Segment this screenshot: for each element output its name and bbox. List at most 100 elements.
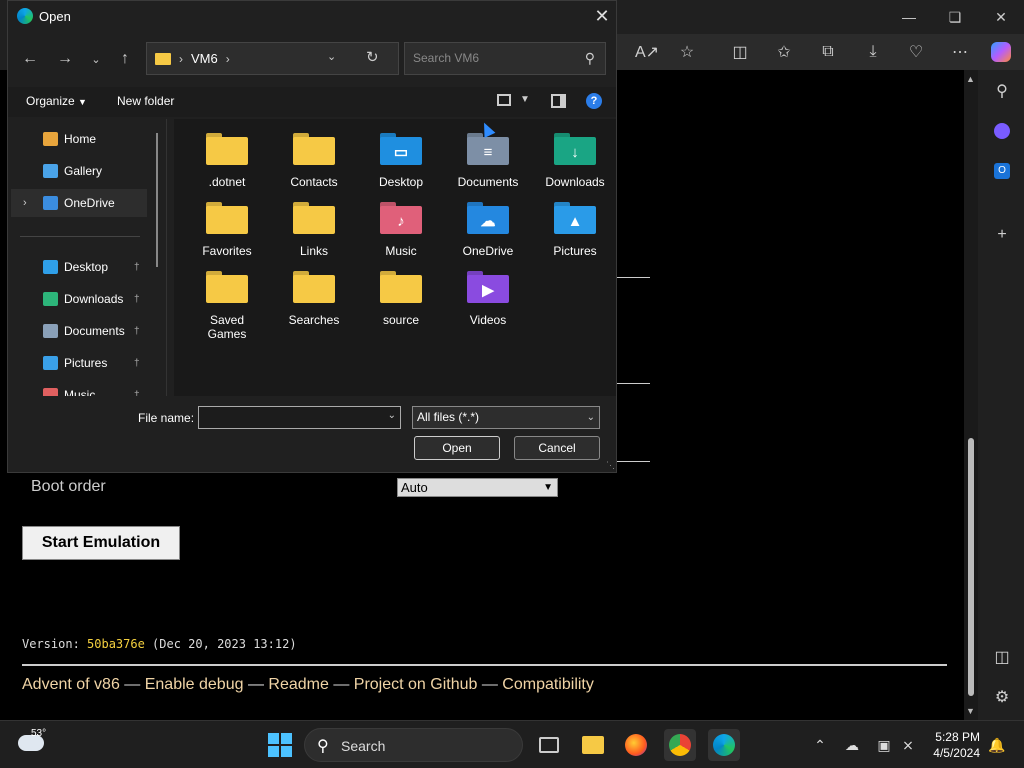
file-item[interactable]: ♪ Music bbox=[361, 188, 441, 258]
search-icon: ⚲ bbox=[317, 738, 329, 755]
breadcrumb-vm6[interactable]: VM6 bbox=[191, 51, 218, 66]
nav-item-label: Desktop bbox=[64, 260, 109, 274]
task-view-icon[interactable] bbox=[533, 729, 565, 761]
nav-item-documents[interactable]: Documents † bbox=[11, 317, 147, 345]
scroll-thumb[interactable] bbox=[968, 438, 974, 696]
file-item[interactable]: Favorites bbox=[187, 188, 267, 258]
collections-icon[interactable]: ⧉ bbox=[815, 39, 841, 65]
minimize-icon[interactable]: — bbox=[887, 4, 931, 30]
link-separator: — bbox=[243, 676, 269, 693]
favorite-star-icon[interactable]: ☆ bbox=[674, 39, 700, 65]
add-icon[interactable]: + bbox=[989, 222, 1015, 248]
nav-item-home[interactable]: Home bbox=[11, 125, 147, 153]
scroll-up-icon[interactable]: ▲ bbox=[966, 74, 975, 84]
recent-dropdown-icon[interactable]: ⌄ bbox=[84, 47, 108, 71]
copilot-icon[interactable] bbox=[988, 39, 1014, 65]
edge-taskbar-icon[interactable] bbox=[708, 729, 740, 761]
footer-rule bbox=[22, 664, 947, 666]
nav-item-downloads[interactable]: Downloads † bbox=[11, 285, 147, 313]
copilot-sidebar-icon[interactable] bbox=[989, 118, 1015, 144]
file-item[interactable]: ▲ Pictures bbox=[535, 188, 615, 258]
file-name: Documents bbox=[457, 175, 519, 189]
nav-item-gallery[interactable]: Gallery bbox=[11, 157, 147, 185]
file-item[interactable]: ↓ Downloads bbox=[535, 119, 615, 189]
nav-scrollbar[interactable] bbox=[156, 133, 158, 267]
view-icon[interactable] bbox=[497, 94, 511, 106]
dialog-title: Open bbox=[39, 9, 71, 24]
file-item[interactable]: Links bbox=[274, 188, 354, 258]
network-icon[interactable]: ▣ bbox=[874, 735, 894, 755]
up-arrow-icon[interactable]: ↑ bbox=[113, 47, 137, 71]
file-item[interactable]: Searches bbox=[274, 257, 354, 327]
file-item[interactable]: source bbox=[361, 257, 441, 327]
resize-grip-icon[interactable]: ⋱ bbox=[606, 460, 615, 471]
outlook-icon[interactable]: O bbox=[989, 158, 1015, 184]
preview-pane-icon[interactable] bbox=[551, 94, 566, 108]
folder-body bbox=[293, 137, 335, 165]
favorites-icon[interactable]: ✩ bbox=[771, 39, 797, 65]
new-folder-button[interactable]: New folder bbox=[117, 94, 174, 108]
cloud-off-icon[interactable]: ☁ bbox=[842, 735, 862, 755]
windows-start-icon[interactable] bbox=[268, 733, 292, 757]
boot-order-select[interactable]: Auto ▼ bbox=[397, 478, 558, 497]
file-explorer-icon[interactable] bbox=[577, 729, 609, 761]
volume-muted-icon[interactable]: ⨯ bbox=[898, 735, 918, 755]
file-item[interactable]: ▭ Desktop bbox=[361, 119, 441, 189]
restore-icon[interactable]: ❏ bbox=[933, 4, 977, 30]
file-item[interactable]: Contacts bbox=[274, 119, 354, 189]
chevron-up-icon[interactable]: ⌃ bbox=[810, 735, 830, 755]
file-item[interactable]: ▶ Videos bbox=[448, 257, 528, 327]
file-type-select[interactable]: All files (*.*) ⌄ bbox=[412, 406, 600, 429]
file-item[interactable]: ☁ OneDrive bbox=[448, 188, 528, 258]
settings-icon[interactable]: ⚙ bbox=[989, 684, 1015, 710]
nav-item-music[interactable]: Music † bbox=[11, 381, 147, 396]
organize-button[interactable]: Organize ▼ bbox=[26, 94, 87, 108]
footer-link[interactable]: Compatibility bbox=[502, 676, 594, 693]
split-screen-icon[interactable]: ◫ bbox=[727, 39, 753, 65]
clock-date[interactable]: 4/5/2024 bbox=[930, 746, 980, 760]
clock-time[interactable]: 5:28 PM bbox=[930, 730, 980, 744]
chevron-right-icon: › bbox=[179, 51, 183, 66]
forward-arrow-icon[interactable]: → bbox=[53, 47, 77, 71]
help-icon[interactable]: ? bbox=[586, 93, 602, 109]
close-window-icon[interactable]: ✕ bbox=[979, 4, 1023, 30]
sidebar-toggle-icon[interactable]: ◫ bbox=[989, 644, 1015, 670]
taskbar-search[interactable]: ⚲ Search bbox=[304, 728, 523, 762]
chevron-right-icon[interactable]: › bbox=[23, 197, 27, 209]
footer-link[interactable]: Enable debug bbox=[145, 676, 244, 693]
footer-link[interactable]: Advent of v86 bbox=[22, 676, 120, 693]
performance-icon[interactable]: ♡ bbox=[903, 39, 929, 65]
nav-item-onedrive[interactable]: › OneDrive bbox=[11, 189, 147, 217]
nav-item-desktop[interactable]: Desktop † bbox=[11, 253, 147, 281]
footer-link[interactable]: Readme bbox=[268, 676, 328, 693]
nav-item-pictures[interactable]: Pictures † bbox=[11, 349, 147, 377]
chrome-icon[interactable] bbox=[664, 729, 696, 761]
refresh-icon[interactable]: ↻ bbox=[366, 48, 379, 66]
close-dialog-icon[interactable]: ✕ bbox=[588, 4, 616, 28]
search-input[interactable]: Search VM6 ⚲ bbox=[404, 42, 606, 75]
read-aloud-icon[interactable]: A↗ bbox=[634, 39, 660, 65]
pane-divider[interactable] bbox=[166, 119, 167, 396]
file-item[interactable]: Saved Games bbox=[187, 257, 267, 341]
firefox-icon[interactable] bbox=[620, 729, 652, 761]
page-scrollbar[interactable]: ▲ ▼ bbox=[964, 70, 978, 720]
start-emulation-button[interactable]: Start Emulation bbox=[22, 526, 180, 560]
weather-temperature[interactable]: 53° bbox=[31, 728, 46, 739]
footer-link[interactable]: Project on Github bbox=[354, 676, 478, 693]
cancel-button[interactable]: Cancel bbox=[514, 436, 600, 460]
scroll-down-icon[interactable]: ▼ bbox=[966, 706, 975, 716]
version-hash[interactable]: 50ba376e bbox=[87, 637, 145, 651]
downloads-icon[interactable]: ⤓ bbox=[860, 39, 886, 65]
address-bar[interactable]: › VM6 › ⌄ ↻ bbox=[146, 42, 399, 75]
chevron-down-icon[interactable]: ⌄ bbox=[327, 50, 336, 63]
chevron-down-icon[interactable]: ⌄ bbox=[388, 410, 396, 421]
chevron-down-icon[interactable]: ▼ bbox=[520, 94, 530, 105]
notification-bell-icon[interactable]: 🔔 bbox=[987, 735, 1007, 755]
search-icon[interactable]: ⚲ bbox=[989, 78, 1015, 104]
more-menu-icon[interactable]: ⋯ bbox=[947, 39, 973, 65]
open-button[interactable]: Open bbox=[414, 436, 500, 460]
file-item[interactable]: .dotnet bbox=[187, 119, 267, 189]
folder-icon bbox=[293, 131, 335, 165]
back-arrow-icon[interactable]: ← bbox=[18, 47, 42, 71]
file-name-input[interactable]: ⌄ bbox=[198, 406, 401, 429]
